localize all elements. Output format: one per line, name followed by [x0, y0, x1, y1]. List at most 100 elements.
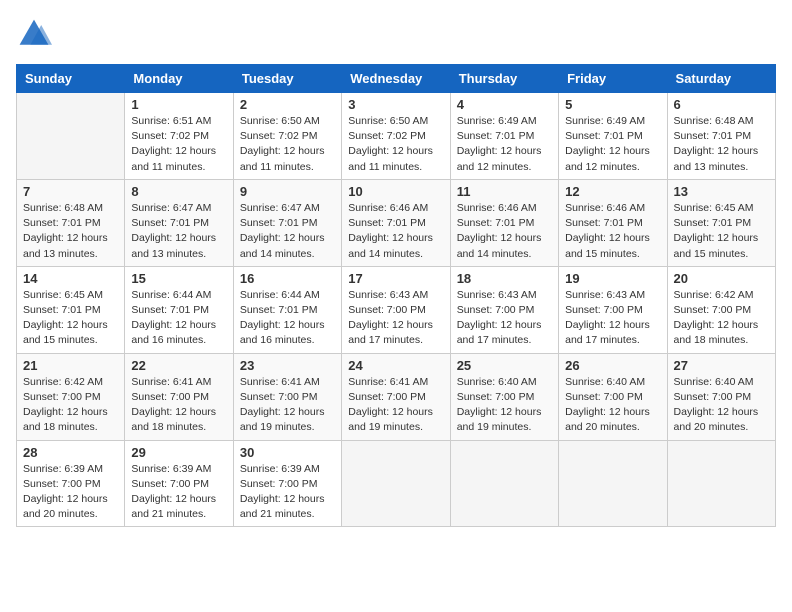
calendar-cell — [667, 440, 775, 527]
day-number: 18 — [457, 271, 552, 286]
day-number: 29 — [131, 445, 226, 460]
calendar-cell: 17Sunrise: 6:43 AMSunset: 7:00 PMDayligh… — [342, 266, 450, 353]
calendar-cell: 7 Sunrise: 6:48 AMSunset: 7:01 PMDaylight… — [17, 179, 125, 266]
day-info: Sunrise: 6:46 AMSunset: 7:01 PMDaylight:… — [565, 201, 660, 262]
day-info: Sunrise: 6:49 AMSunset: 7:01 PMDaylight:… — [565, 114, 660, 175]
day-info: Sunrise: 6:40 AMSunset: 7:00 PMDaylight:… — [565, 375, 660, 436]
calendar-cell: 10 Sunrise: 6:46 AMSunset: 7:01 PMDayligh… — [342, 179, 450, 266]
calendar-cell: 9 Sunrise: 6:47 AMSunset: 7:01 PMDaylight… — [233, 179, 341, 266]
day-info: Sunrise: 6:48 AMSunset: 7:01 PMDaylight:… — [23, 201, 118, 262]
day-info: Sunrise: 6:50 AMSunset: 7:02 PMDaylight:… — [348, 114, 443, 175]
calendar-week-row: 7 Sunrise: 6:48 AMSunset: 7:01 PMDaylight… — [17, 179, 776, 266]
day-info: Sunrise: 6:40 AMSunset: 7:00 PMDaylight:… — [674, 375, 769, 436]
calendar-cell: 29 Sunrise: 6:39 AMSunset: 7:00 PMDayligh… — [125, 440, 233, 527]
logo[interactable] — [16, 16, 56, 52]
calendar-week-row: 21 Sunrise: 6:42 AMSunset: 7:00 PMDayligh… — [17, 353, 776, 440]
day-info: Sunrise: 6:44 AMSunset: 7:01 PMDaylight:… — [131, 288, 226, 349]
calendar-cell: 24Sunrise: 6:41 AMSunset: 7:00 PMDayligh… — [342, 353, 450, 440]
weekday-header-monday: Monday — [125, 65, 233, 93]
day-number: 28 — [23, 445, 118, 460]
calendar-cell: 8 Sunrise: 6:47 AMSunset: 7:01 PMDaylight… — [125, 179, 233, 266]
calendar-week-row: 14 Sunrise: 6:45 AMSunset: 7:01 PMDayligh… — [17, 266, 776, 353]
day-number: 27 — [674, 358, 769, 373]
day-number: 1 — [131, 97, 226, 112]
weekday-header-tuesday: Tuesday — [233, 65, 341, 93]
calendar-cell: 11Sunrise: 6:46 AMSunset: 7:01 PMDayligh… — [450, 179, 558, 266]
calendar-cell: 18Sunrise: 6:43 AMSunset: 7:00 PMDayligh… — [450, 266, 558, 353]
day-info: Sunrise: 6:42 AMSunset: 7:00 PMDaylight:… — [674, 288, 769, 349]
page-header — [16, 16, 776, 52]
calendar-cell: 26 Sunrise: 6:40 AMSunset: 7:00 PMDayligh… — [559, 353, 667, 440]
day-number: 12 — [565, 184, 660, 199]
day-number: 13 — [674, 184, 769, 199]
day-info: Sunrise: 6:49 AMSunset: 7:01 PMDaylight:… — [457, 114, 552, 175]
day-info: Sunrise: 6:48 AMSunset: 7:01 PMDaylight:… — [674, 114, 769, 175]
day-info: Sunrise: 6:47 AMSunset: 7:01 PMDaylight:… — [240, 201, 335, 262]
day-info: Sunrise: 6:51 AMSunset: 7:02 PMDaylight:… — [131, 114, 226, 175]
calendar-cell: 5 Sunrise: 6:49 AMSunset: 7:01 PMDaylight… — [559, 93, 667, 180]
calendar-cell — [450, 440, 558, 527]
day-info: Sunrise: 6:41 AMSunset: 7:00 PMDaylight:… — [240, 375, 335, 436]
weekday-header-friday: Friday — [559, 65, 667, 93]
day-number: 19 — [565, 271, 660, 286]
day-info: Sunrise: 6:45 AMSunset: 7:01 PMDaylight:… — [23, 288, 118, 349]
logo-icon — [16, 16, 52, 52]
day-info: Sunrise: 6:43 AMSunset: 7:00 PMDaylight:… — [348, 288, 443, 349]
calendar-cell: 12 Sunrise: 6:46 AMSunset: 7:01 PMDayligh… — [559, 179, 667, 266]
calendar-cell: 16 Sunrise: 6:44 AMSunset: 7:01 PMDayligh… — [233, 266, 341, 353]
day-info: Sunrise: 6:46 AMSunset: 7:01 PMDaylight:… — [348, 201, 443, 262]
calendar-cell — [559, 440, 667, 527]
day-info: Sunrise: 6:39 AMSunset: 7:00 PMDaylight:… — [23, 462, 118, 523]
calendar-week-row: 1 Sunrise: 6:51 AMSunset: 7:02 PMDaylight… — [17, 93, 776, 180]
day-info: Sunrise: 6:47 AMSunset: 7:01 PMDaylight:… — [131, 201, 226, 262]
calendar-cell: 30 Sunrise: 6:39 AMSunset: 7:00 PMDayligh… — [233, 440, 341, 527]
weekday-header-thursday: Thursday — [450, 65, 558, 93]
day-number: 15 — [131, 271, 226, 286]
calendar-cell: 23 Sunrise: 6:41 AMSunset: 7:00 PMDayligh… — [233, 353, 341, 440]
calendar-cell: 21 Sunrise: 6:42 AMSunset: 7:00 PMDayligh… — [17, 353, 125, 440]
calendar-cell: 20 Sunrise: 6:42 AMSunset: 7:00 PMDayligh… — [667, 266, 775, 353]
day-info: Sunrise: 6:39 AMSunset: 7:00 PMDaylight:… — [240, 462, 335, 523]
weekday-header-row: SundayMondayTuesdayWednesdayThursdayFrid… — [17, 65, 776, 93]
day-number: 23 — [240, 358, 335, 373]
day-number: 9 — [240, 184, 335, 199]
day-number: 7 — [23, 184, 118, 199]
calendar-cell: 2 Sunrise: 6:50 AMSunset: 7:02 PMDaylight… — [233, 93, 341, 180]
weekday-header-sunday: Sunday — [17, 65, 125, 93]
day-number: 5 — [565, 97, 660, 112]
day-info: Sunrise: 6:42 AMSunset: 7:00 PMDaylight:… — [23, 375, 118, 436]
weekday-header-saturday: Saturday — [667, 65, 775, 93]
day-number: 25 — [457, 358, 552, 373]
calendar-cell — [342, 440, 450, 527]
day-number: 8 — [131, 184, 226, 199]
day-number: 2 — [240, 97, 335, 112]
day-number: 30 — [240, 445, 335, 460]
calendar-cell: 28 Sunrise: 6:39 AMSunset: 7:00 PMDayligh… — [17, 440, 125, 527]
calendar-cell: 15 Sunrise: 6:44 AMSunset: 7:01 PMDayligh… — [125, 266, 233, 353]
day-number: 20 — [674, 271, 769, 286]
day-number: 14 — [23, 271, 118, 286]
calendar-cell: 1 Sunrise: 6:51 AMSunset: 7:02 PMDaylight… — [125, 93, 233, 180]
calendar-cell: 19 Sunrise: 6:43 AMSunset: 7:00 PMDayligh… — [559, 266, 667, 353]
day-info: Sunrise: 6:46 AMSunset: 7:01 PMDaylight:… — [457, 201, 552, 262]
day-info: Sunrise: 6:43 AMSunset: 7:00 PMDaylight:… — [565, 288, 660, 349]
calendar-table: SundayMondayTuesdayWednesdayThursdayFrid… — [16, 64, 776, 527]
day-info: Sunrise: 6:41 AMSunset: 7:00 PMDaylight:… — [131, 375, 226, 436]
day-info: Sunrise: 6:39 AMSunset: 7:00 PMDaylight:… — [131, 462, 226, 523]
day-number: 21 — [23, 358, 118, 373]
calendar-cell: 22Sunrise: 6:41 AMSunset: 7:00 PMDayligh… — [125, 353, 233, 440]
calendar-cell: 25 Sunrise: 6:40 AMSunset: 7:00 PMDayligh… — [450, 353, 558, 440]
day-number: 26 — [565, 358, 660, 373]
calendar-cell — [17, 93, 125, 180]
day-number: 24 — [348, 358, 443, 373]
day-info: Sunrise: 6:50 AMSunset: 7:02 PMDaylight:… — [240, 114, 335, 175]
day-info: Sunrise: 6:44 AMSunset: 7:01 PMDaylight:… — [240, 288, 335, 349]
day-number: 10 — [348, 184, 443, 199]
day-number: 16 — [240, 271, 335, 286]
weekday-header-wednesday: Wednesday — [342, 65, 450, 93]
day-info: Sunrise: 6:45 AMSunset: 7:01 PMDaylight:… — [674, 201, 769, 262]
day-info: Sunrise: 6:40 AMSunset: 7:00 PMDaylight:… — [457, 375, 552, 436]
day-number: 6 — [674, 97, 769, 112]
day-number: 4 — [457, 97, 552, 112]
day-number: 3 — [348, 97, 443, 112]
